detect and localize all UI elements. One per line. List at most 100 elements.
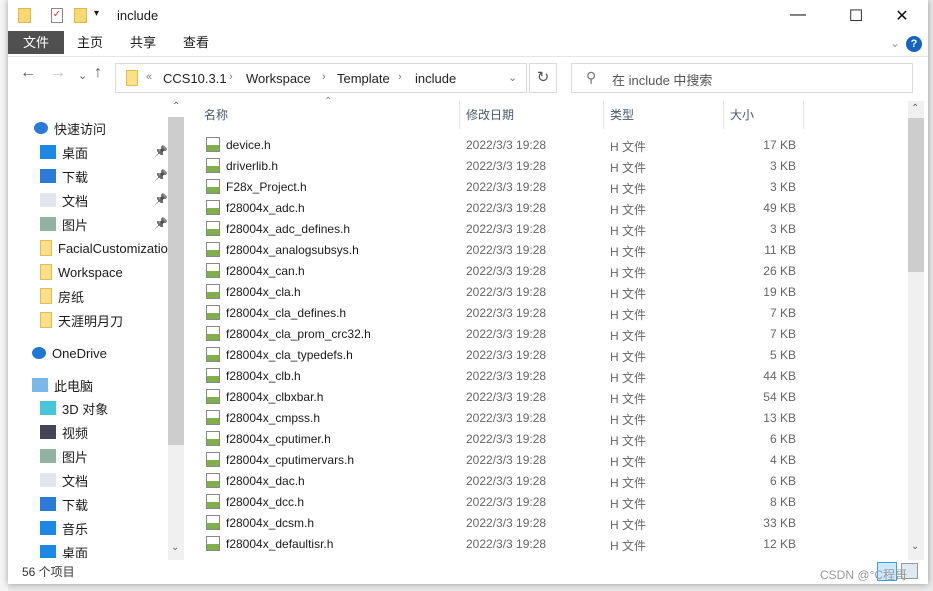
minimize-button[interactable]: — — [788, 6, 808, 24]
sidebar-item-0[interactable]: 桌面 — [40, 142, 88, 162]
column-name[interactable]: 名称 — [198, 101, 460, 129]
file-row[interactable]: f28004x_cla_prom_crc32.h 2022/3/3 19:28 H … — [204, 323, 904, 344]
file-row[interactable]: f28004x_can.h 2022/3/3 19:28 H 文件 26 KB — [204, 260, 904, 281]
refresh-button[interactable]: ↻ — [529, 63, 557, 93]
cloud-icon — [32, 347, 46, 359]
file-row[interactable]: f28004x_dac.h 2022/3/3 19:28 H 文件 6 KB — [204, 470, 904, 491]
breadcrumb-ccs[interactable]: CCS10.3.1 — [163, 71, 227, 86]
overflow-chevron[interactable]: « — [146, 71, 152, 83]
file-name: driverlib.h — [226, 159, 279, 173]
file-row[interactable]: f28004x_clb.h 2022/3/3 19:28 H 文件 44 KB — [204, 365, 904, 386]
back-button[interactable]: ← — [20, 64, 36, 82]
download-icon — [40, 497, 56, 511]
column-date[interactable]: 修改日期 — [460, 101, 604, 129]
tab-file[interactable]: 文件 — [8, 31, 64, 54]
chevron-right-icon[interactable]: › — [322, 71, 326, 83]
file-row[interactable]: f28004x_clbxbar.h 2022/3/3 19:28 H 文件 54 KB — [204, 386, 904, 407]
file-date: 2022/3/3 19:28 — [466, 264, 547, 278]
file-row[interactable]: device.h 2022/3/3 19:28 H 文件 17 KB — [204, 134, 904, 155]
sidebar-item-6[interactable]: 房纸 — [40, 286, 84, 306]
column-size[interactable]: 大小 — [724, 101, 804, 129]
address-dropdown-icon[interactable]: ⌄ — [508, 71, 517, 84]
file-name: f28004x_dcc.h — [226, 495, 305, 509]
sidebar-item-3[interactable]: 图片 — [40, 214, 88, 234]
file-row[interactable]: F28x_Project.h 2022/3/3 19:28 H 文件 3 KB — [204, 176, 904, 197]
file-list-scrollbar-thumb[interactable] — [908, 118, 924, 272]
sidebar-item-4[interactable]: FacialCustomizatio — [40, 238, 168, 258]
sidebar-item-1[interactable]: 下载 — [40, 166, 88, 186]
file-size: 6 KB — [769, 474, 796, 488]
tab-share[interactable]: 共享 — [115, 31, 171, 54]
file-row[interactable]: f28004x_dcsm.h 2022/3/3 19:28 H 文件 33 KB — [204, 512, 904, 533]
window-title: include — [117, 8, 159, 23]
properties-icon[interactable]: ✓ — [51, 8, 63, 23]
file-row[interactable]: f28004x_cla.h 2022/3/3 19:28 H 文件 19 KB — [204, 281, 904, 302]
chevron-right-icon[interactable]: › — [398, 71, 402, 83]
file-list-scrollbar[interactable]: ⌃ ⌄ — [908, 101, 924, 560]
close-button[interactable]: ✕ — [892, 6, 912, 26]
column-type[interactable]: 类型 — [604, 101, 724, 129]
chevron-right-icon[interactable]: › — [229, 71, 233, 83]
sidebar-item-quick-access[interactable]: 快速访问 — [34, 118, 106, 138]
scroll-up-icon[interactable]: ⌃ — [911, 103, 919, 114]
sidebar-item-2[interactable]: 文档 — [40, 190, 88, 210]
download-icon — [40, 169, 56, 183]
sidebar-item-5[interactable]: Workspace — [40, 262, 123, 282]
scroll-down-icon[interactable]: ⌄ — [171, 542, 179, 553]
sidebar-pc-item-2[interactable]: 图片 — [40, 446, 88, 466]
sidebar-pc-item-4[interactable]: 下载 — [40, 494, 88, 514]
sidebar-pc-item-5[interactable]: 音乐 — [40, 518, 88, 538]
file-row[interactable]: driverlib.h 2022/3/3 19:28 H 文件 3 KB — [204, 155, 904, 176]
pin-icon[interactable]: 📌 — [154, 217, 168, 230]
sidebar-item-7[interactable]: 天涯明月刀 — [40, 310, 123, 330]
background-window — [0, 0, 8, 591]
sidebar-pc-item-6[interactable]: 桌面 — [40, 542, 88, 558]
address-bar[interactable]: « CCS10.3.1 › Workspace › Template › inc… — [115, 63, 527, 93]
tab-home[interactable]: 主页 — [62, 31, 118, 54]
help-icon[interactable]: ? — [906, 36, 922, 52]
sidebar-scroll-up-icon[interactable]: ⌃ — [172, 101, 180, 112]
file-name: f28004x_cputimervars.h — [226, 453, 355, 467]
breadcrumb-include[interactable]: include — [415, 71, 456, 86]
file-row[interactable]: f28004x_cla_defines.h 2022/3/3 19:28 H 文件 7… — [204, 302, 904, 323]
sidebar-scrollbar-thumb[interactable] — [168, 117, 184, 445]
file-row[interactable]: f28004x_dcc.h 2022/3/3 19:28 H 文件 8 KB — [204, 491, 904, 512]
file-date: 2022/3/3 19:28 — [466, 285, 547, 299]
pin-icon[interactable]: 📌 — [154, 193, 168, 206]
sidebar-item-this-pc[interactable]: 此电脑 — [32, 375, 93, 395]
file-row[interactable]: f28004x_adc.h 2022/3/3 19:28 H 文件 49 KB — [204, 197, 904, 218]
h-file-icon — [206, 515, 220, 530]
file-type: H 文件 — [610, 392, 647, 406]
expand-ribbon-icon[interactable]: ⌄ — [890, 36, 900, 50]
maximize-button[interactable]: ☐ — [846, 6, 866, 26]
folder-icon — [18, 8, 31, 23]
sidebar-item-label: 视频 — [62, 425, 89, 441]
breadcrumb-template[interactable]: Template — [337, 71, 390, 86]
sidebar-pc-item-1[interactable]: 视频 — [40, 422, 88, 442]
breadcrumb-workspace[interactable]: Workspace — [246, 71, 311, 86]
customize-quick-access-icon[interactable]: ▾ — [94, 8, 99, 19]
file-row[interactable]: f28004x_cmpss.h 2022/3/3 19:28 H 文件 13 KB — [204, 407, 904, 428]
sidebar-item-label: 文档 — [62, 473, 89, 489]
navigation-pane: 快速访问桌面 📌 下载 📌 文档 📌 图片 📌 FacialCustomizatio Worksp… — [8, 100, 184, 558]
sidebar-item-label: FacialCustomizatio — [58, 240, 168, 256]
sidebar-item-onedrive[interactable]: OneDrive — [32, 343, 107, 363]
sidebar-pc-item-0[interactable]: 3D 对象 — [40, 398, 108, 418]
file-row[interactable]: f28004x_adc_defines.h 2022/3/3 19:28 H 文件 3… — [204, 218, 904, 239]
file-row[interactable]: f28004x_cla_typedefs.h 2022/3/3 19:28 H 文件… — [204, 344, 904, 365]
pin-icon[interactable]: 📌 — [154, 169, 168, 182]
new-folder-icon[interactable] — [74, 8, 87, 23]
file-row[interactable]: f28004x_cputimer.h 2022/3/3 19:28 H 文件 6 KB — [204, 428, 904, 449]
up-button[interactable]: ↑ — [94, 64, 102, 82]
file-row[interactable]: f28004x_analogsubsys.h 2022/3/3 19:28 H 文件… — [204, 239, 904, 260]
tab-view[interactable]: 查看 — [168, 31, 224, 54]
file-row[interactable]: f28004x_defaultisr.h 2022/3/3 19:28 H 文件 12… — [204, 533, 904, 554]
pin-icon[interactable]: 📌 — [154, 145, 168, 158]
forward-button[interactable]: → — [50, 64, 66, 82]
sidebar-scrollbar[interactable]: ⌄ — [168, 117, 184, 560]
search-input[interactable]: ⚲ 在 include 中搜索 — [571, 63, 913, 93]
file-row[interactable]: f28004x_cputimervars.h 2022/3/3 19:28 H 文件… — [204, 449, 904, 470]
sidebar-pc-item-3[interactable]: 文档 — [40, 470, 88, 490]
scroll-down-icon[interactable]: ⌄ — [911, 541, 919, 552]
recent-locations-icon[interactable]: ⌄ — [78, 69, 87, 82]
